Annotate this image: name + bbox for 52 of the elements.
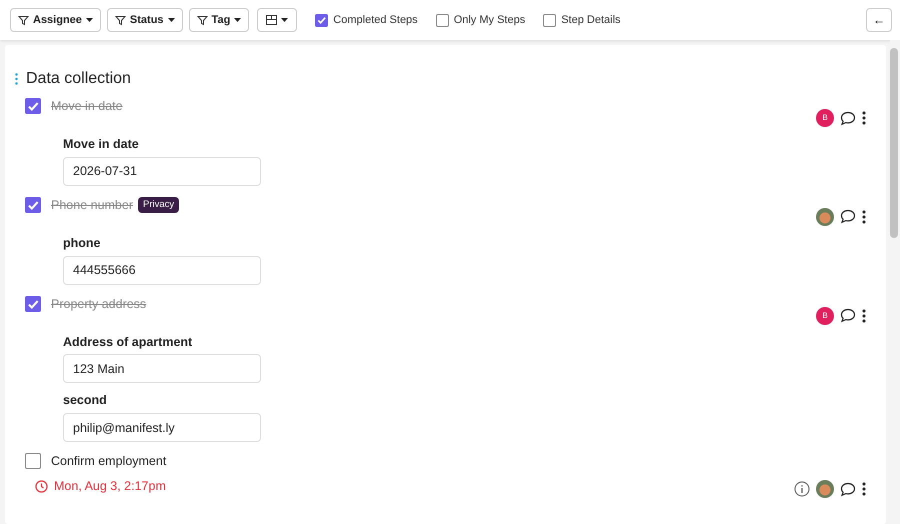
filter-icon [114,14,126,26]
checkbox-label[interactable]: Only My Steps [454,12,526,28]
checkbox[interactable] [543,14,556,26]
due-date: Mon, Aug 3, 2:17pm [54,478,166,495]
field-label: phone [63,234,102,252]
caret-icon [86,18,93,22]
layout-icon [266,15,278,25]
step-checkbox[interactable] [25,98,41,114]
filter-button[interactable]: Status [106,8,183,32]
step-checkbox[interactable] [25,453,41,470]
step-title: Property address [51,296,146,313]
step-title: Move in date [51,98,123,115]
checkbox[interactable] [436,14,449,26]
drag-handle-icon [15,73,18,85]
comment-icon [840,209,856,224]
step-checkbox[interactable] [25,197,41,214]
checkbox-label[interactable]: Step Details [561,12,621,28]
avatar-circle: B [816,109,834,127]
input-field[interactable]: philip@manifest.ly [63,413,261,442]
field-label: Move in date [63,136,140,153]
field-label: second [63,392,108,410]
more-options-icon [862,308,866,322]
layout-button[interactable] [257,8,298,32]
caret-icon [234,18,242,22]
caret-icon [281,18,288,22]
checkbox-label[interactable]: Completed Steps [333,12,418,28]
checkbox[interactable] [315,14,328,26]
filter-button[interactable]: Tag [188,8,250,32]
filter-button[interactable]: Assignee [10,8,101,32]
input-field[interactable]: 123 Main [63,354,261,384]
comment-icon [840,482,856,496]
section-title: Data collection [26,69,131,89]
filter-icon [196,14,208,26]
more-options-icon [862,210,866,224]
back-button[interactable]: ← [866,8,892,32]
step-title: Confirm employment [51,453,166,470]
step-checkbox[interactable] [25,296,41,312]
avatar-circle: B [816,306,834,324]
caret-icon [168,18,175,22]
input-field[interactable]: 444555666 [63,256,261,284]
avatar-photo-placeholder [816,208,834,226]
field-label: Address of apartment [63,334,194,351]
more-options-icon [862,482,866,496]
avatar-photo-placeholder [816,480,834,498]
input-field[interactable]: 2026-07-31 [63,156,261,186]
clock-icon [35,480,48,493]
tag-label: Privacy [138,197,180,214]
more-options-icon [862,111,866,125]
filter-icon [18,14,29,26]
step-title: Phone number [51,196,134,214]
comment-icon [840,308,856,323]
comment-icon [840,110,856,126]
